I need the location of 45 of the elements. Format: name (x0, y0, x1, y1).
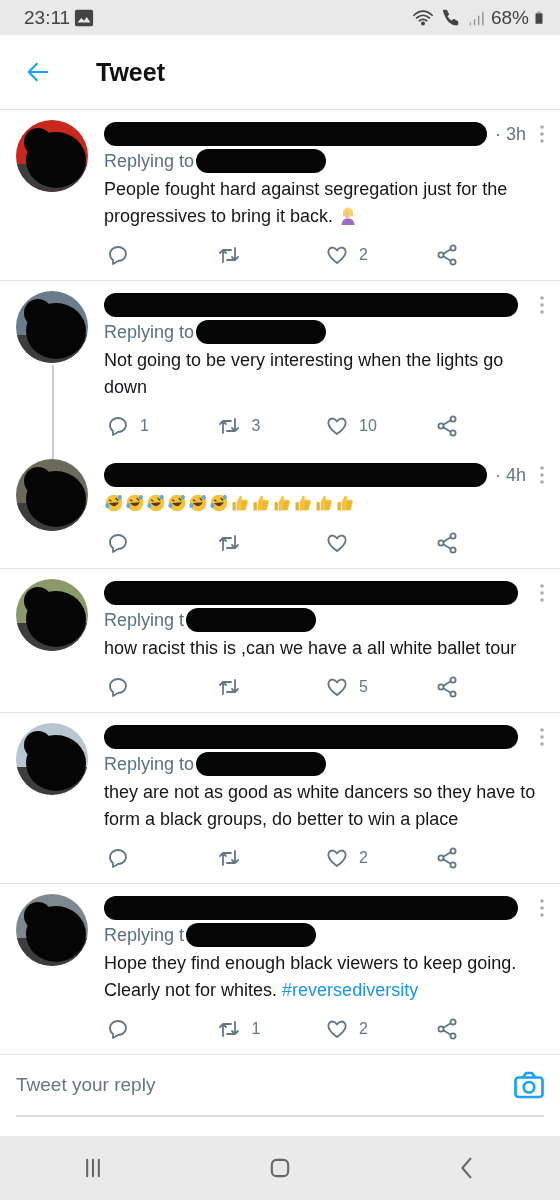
tweet-text: how racist this is ,can we have a all white ballet tour (104, 638, 517, 658)
reply-icon (106, 414, 130, 438)
replying-label: Replying t (104, 924, 185, 946)
count: 2 (359, 849, 368, 867)
laughing-emoji-icon (209, 493, 229, 513)
thumbs-up-emoji-icon (251, 493, 271, 513)
laughing-emoji-icon (146, 493, 166, 513)
count: 5 (359, 678, 368, 696)
hashtag-link[interactable]: #reversediversity (282, 980, 419, 1000)
count: 1 (140, 417, 149, 435)
tweet-text: Not going to be very interesting when the lights go down (104, 350, 504, 397)
thumbs-up-emoji-icon (314, 493, 334, 513)
page-title: Tweet (96, 57, 165, 87)
tweet-time: · 4h (494, 464, 526, 486)
battery-level: 68% (490, 6, 529, 29)
thumbs-up-emoji-icon (272, 493, 292, 513)
tweet-text: People fought hard against segregation just for the progressives to bring it back. (104, 179, 508, 226)
camera-icon (514, 1071, 544, 1099)
laughing-emoji-icon (188, 493, 208, 513)
replying-label: Replying to (104, 321, 195, 343)
reply-icon (106, 675, 130, 699)
thumbs-up-emoji-icon (230, 493, 250, 513)
count: 2 (359, 246, 368, 264)
replying-label: Replying t (104, 609, 185, 631)
reply-icon (106, 1017, 130, 1041)
thumbs-up-emoji-icon (293, 493, 313, 513)
tweet-text: they are not as good as white dancers so they have to form a black groups, do better to win a place (104, 782, 536, 829)
reply-icon (106, 531, 130, 555)
count: 3 (251, 417, 261, 435)
count: 10 (359, 417, 377, 435)
laughing-emoji-icon (125, 493, 145, 513)
laughing-emoji-icon (104, 493, 124, 513)
clock: 23:11 (24, 6, 71, 29)
count: 1 (251, 1020, 261, 1038)
laughing-emoji-icon (167, 493, 187, 513)
reply-icon (106, 243, 130, 267)
reply-field[interactable]: Tweet your reply (16, 1065, 394, 1105)
replying-label: Replying to (104, 150, 195, 172)
reply-icon (106, 846, 130, 870)
tweet-time: · 3h (494, 123, 526, 145)
tweet-text: Hope they find enough black viewers to keep going. Clearly not for whites. #reversediversity (104, 953, 517, 1000)
thumbs-up-emoji-icon (335, 493, 355, 513)
count: 2 (359, 1020, 368, 1038)
replying-label: Replying to (104, 753, 195, 775)
camera-button[interactable] (514, 1071, 544, 1099)
